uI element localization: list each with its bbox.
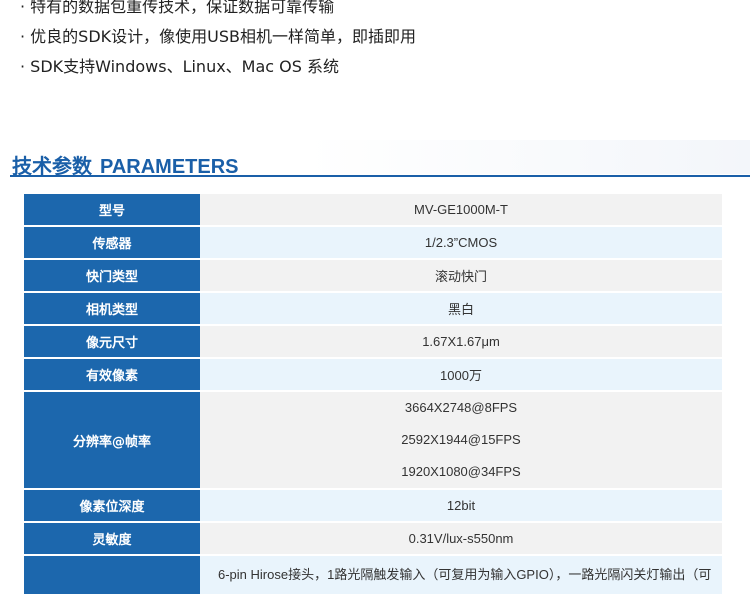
param-value: 1/2.3”CMOS bbox=[200, 227, 722, 258]
param-label: 分辨率@帧率 bbox=[24, 392, 200, 488]
section-divider bbox=[10, 175, 750, 177]
param-label: 快门类型 bbox=[24, 260, 200, 291]
param-value-multi: 3664X2748@8FPS 2592X1944@15FPS 1920X1080… bbox=[200, 392, 722, 488]
table-row: 像元尺寸 1.67X1.67μm bbox=[24, 326, 722, 357]
table-row: 有效像素 1000万 bbox=[24, 359, 722, 390]
feature-item: · SDK支持Windows、Linux、Mac OS 系统 bbox=[20, 57, 340, 76]
param-label: 有效像素 bbox=[24, 359, 200, 390]
param-value: MV-GE1000M-T bbox=[200, 194, 722, 225]
param-value-line: 2592X1944@15FPS bbox=[401, 432, 521, 447]
param-label: 传感器 bbox=[24, 227, 200, 258]
param-value-line: 1920X1080@34FPS bbox=[401, 464, 521, 479]
param-label: 像素位深度 bbox=[24, 490, 200, 521]
param-label: 灵敏度 bbox=[24, 523, 200, 554]
param-value: 6-pin Hirose接头，1路光隔触发输入（可复用为输入GPIO），一路光隔… bbox=[200, 556, 722, 594]
param-label: 型号 bbox=[24, 194, 200, 225]
param-value: 0.31V/lux-s550nm bbox=[200, 523, 722, 554]
param-value: 滚动快门 bbox=[200, 260, 722, 291]
feature-item: · 优良的SDK设计，像使用USB相机一样简单，即插即用 bbox=[20, 27, 416, 46]
parameters-table: 型号 MV-GE1000M-T 传感器 1/2.3”CMOS 快门类型 滚动快门… bbox=[24, 192, 722, 596]
table-row: 灵敏度 0.31V/lux-s550nm bbox=[24, 523, 722, 554]
feature-item: · 特有的数据包重传技术，保证数据可靠传输 bbox=[20, 0, 335, 16]
table-row: 型号 MV-GE1000M-T bbox=[24, 194, 722, 225]
table-row: 像素位深度 12bit bbox=[24, 490, 722, 521]
param-value: 1000万 bbox=[200, 359, 722, 390]
param-value-line: 3664X2748@8FPS bbox=[404, 400, 518, 415]
param-value: 12bit bbox=[200, 490, 722, 521]
table-row: 6-pin Hirose接头，1路光隔触发输入（可复用为输入GPIO），一路光隔… bbox=[24, 556, 722, 594]
param-value: 1.67X1.67μm bbox=[200, 326, 722, 357]
param-value: 黑白 bbox=[200, 293, 722, 324]
feature-list: · 特有的数据包重传技术，保证数据可靠传输 · 优良的SDK设计，像使用USB相… bbox=[20, 0, 416, 82]
param-label: 像元尺寸 bbox=[24, 326, 200, 357]
table-row: 相机类型 黑白 bbox=[24, 293, 722, 324]
param-label bbox=[24, 556, 200, 594]
table-row: 快门类型 滚动快门 bbox=[24, 260, 722, 291]
table-row: 分辨率@帧率 3664X2748@8FPS 2592X1944@15FPS 19… bbox=[24, 392, 722, 488]
param-label: 相机类型 bbox=[24, 293, 200, 324]
table-row: 传感器 1/2.3”CMOS bbox=[24, 227, 722, 258]
